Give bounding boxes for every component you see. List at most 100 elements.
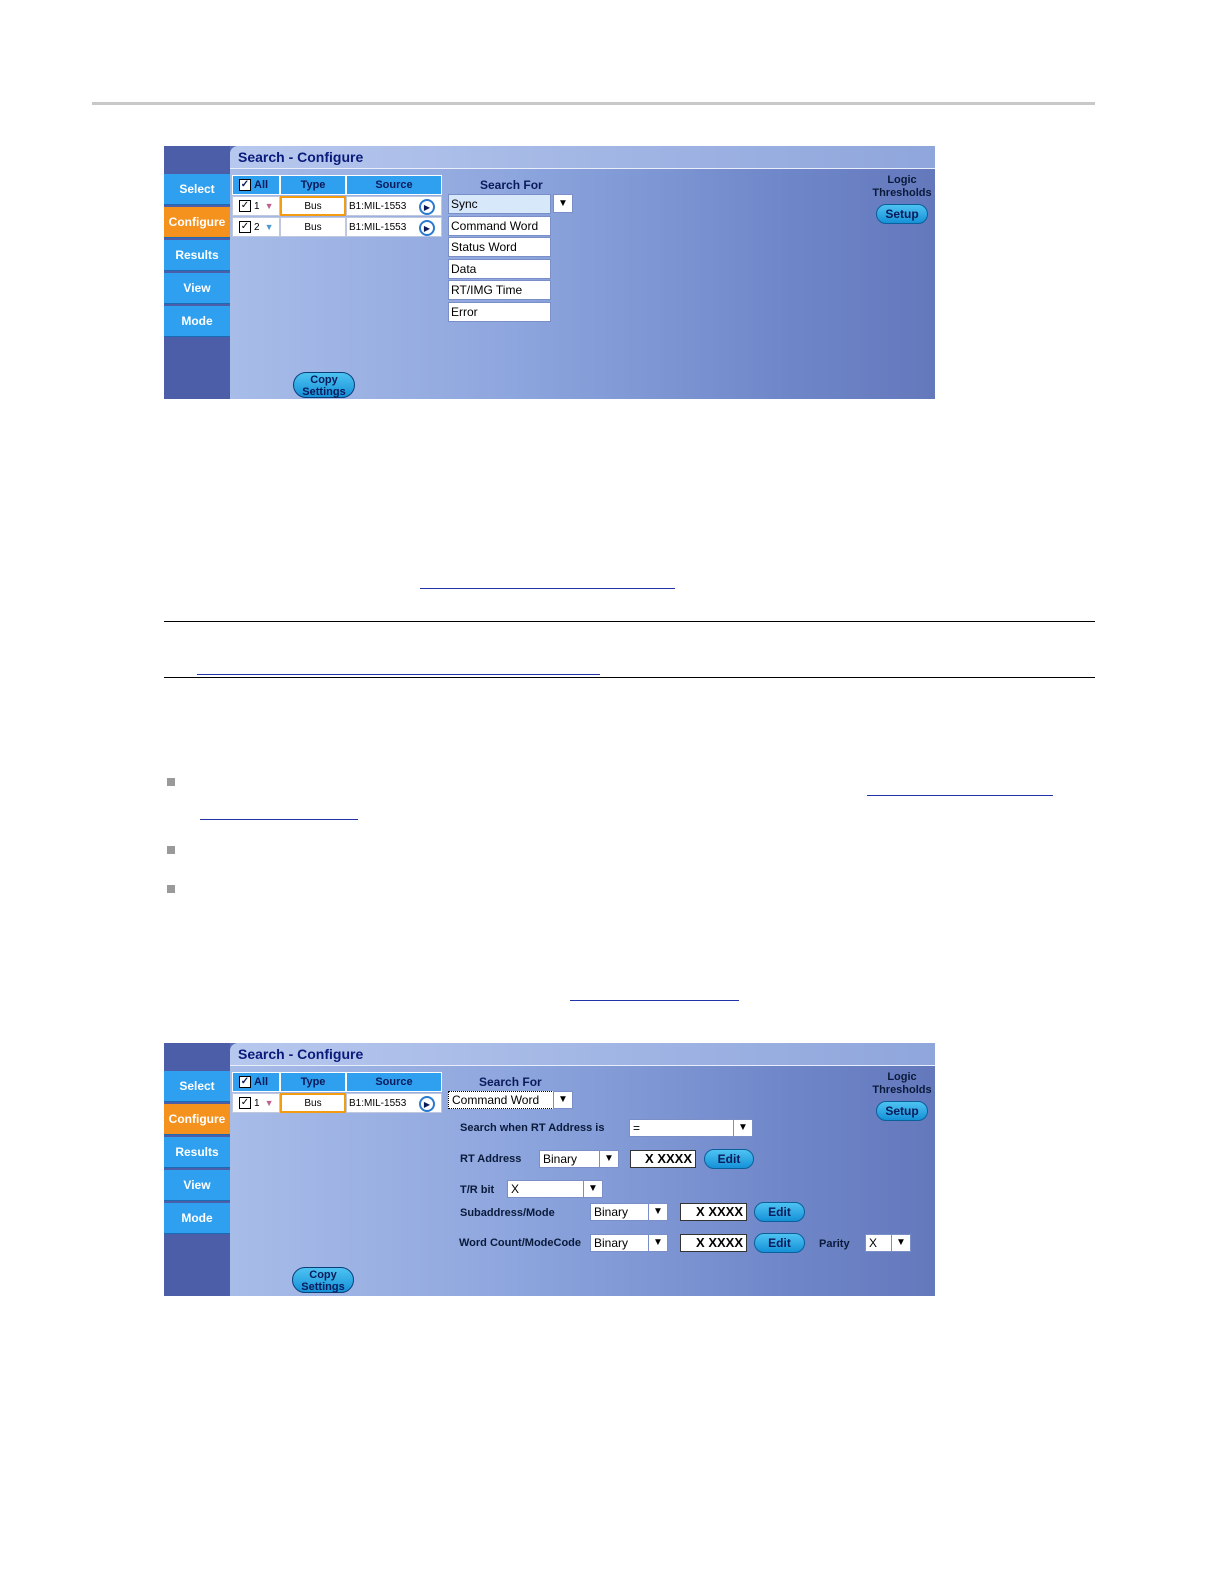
dropdown-arrow-icon[interactable]: ▼: [648, 1204, 667, 1220]
search-for-value: Command Word: [452, 1093, 540, 1107]
rt-address-format-value: Binary: [543, 1152, 578, 1166]
side-button-view[interactable]: View: [164, 273, 230, 304]
tr-bit-label: T/R bit: [460, 1184, 495, 1196]
setup-button[interactable]: Setup: [876, 1101, 928, 1121]
word-count-value[interactable]: X XXXX: [680, 1234, 747, 1252]
rt-condition-label: Search when RT Address is: [460, 1122, 605, 1134]
word-count-edit-button[interactable]: Edit: [754, 1233, 805, 1253]
bullet-icon: [167, 846, 175, 854]
dropdown-arrow-icon[interactable]: ▼: [553, 1091, 573, 1109]
link-underline[interactable]: [420, 588, 675, 589]
side-button-configure[interactable]: Configure: [164, 1104, 230, 1135]
all-label: All: [254, 1076, 269, 1088]
subaddress-label: Subaddress/Mode: [460, 1207, 555, 1219]
link-underline[interactable]: [197, 674, 600, 675]
dropdown-arrow-icon[interactable]: ▼: [553, 194, 573, 213]
setup-button[interactable]: Setup: [876, 204, 928, 224]
note-rule-bottom: [164, 677, 1095, 678]
checkbox-all[interactable]: ✓: [239, 1076, 251, 1088]
subaddress-format-select[interactable]: Binary ▼: [590, 1203, 668, 1221]
search-option-data[interactable]: Data: [448, 259, 551, 279]
dropdown-arrow-icon[interactable]: ▼: [583, 1181, 602, 1197]
type-cell[interactable]: Bus: [280, 196, 346, 216]
panel-title: Search - Configure: [238, 1046, 364, 1062]
word-count-format-select[interactable]: Binary ▼: [590, 1234, 668, 1252]
search-option-rt-img-time[interactable]: RT/IMG Time: [448, 280, 551, 300]
search-option-status-word[interactable]: Status Word: [448, 237, 551, 257]
logic-label: Logic: [887, 174, 917, 186]
settings-label: Settings: [301, 1281, 345, 1293]
side-button-view[interactable]: View: [164, 1170, 230, 1201]
link-underline[interactable]: [200, 819, 358, 820]
search-for-label: Search For: [479, 1075, 542, 1089]
search-option-command-word[interactable]: Command Word: [448, 216, 551, 236]
type-header: Type: [280, 1072, 346, 1092]
all-header[interactable]: ✓ All: [232, 175, 280, 195]
rt-address-value[interactable]: X XXXX: [630, 1150, 696, 1168]
table-row[interactable]: ✓ 1 ▼: [232, 196, 280, 216]
side-button-results[interactable]: Results: [164, 240, 230, 271]
link-underline[interactable]: [867, 795, 1053, 796]
table-row[interactable]: ✓ 2 ▼: [232, 217, 280, 237]
side-button-mode[interactable]: Mode: [164, 306, 230, 337]
marker-down-icon: ▼: [264, 1098, 274, 1108]
rt-condition-select[interactable]: = ▼: [629, 1119, 753, 1137]
row-checkbox[interactable]: ✓: [239, 200, 251, 212]
marker-down-icon: ▼: [264, 201, 274, 211]
parity-label: Parity: [819, 1238, 850, 1250]
play-icon[interactable]: ▶: [419, 199, 435, 215]
search-option-sync[interactable]: Sync: [448, 194, 551, 214]
dropdown-arrow-icon[interactable]: ▼: [648, 1235, 667, 1251]
copy-settings-button[interactable]: Copy Settings: [293, 372, 355, 398]
subaddress-edit-button[interactable]: Edit: [754, 1202, 805, 1222]
search-for-list[interactable]: Sync Command Word Status Word Data RT/IM…: [448, 194, 552, 324]
word-count-format-value: Binary: [594, 1236, 629, 1250]
thresholds-label: Thresholds: [872, 187, 932, 199]
all-header[interactable]: ✓ All: [232, 1072, 280, 1092]
side-button-select[interactable]: Select: [164, 1071, 230, 1102]
rt-condition-value: =: [633, 1121, 641, 1135]
search-configure-panel-command-word: Search - Configure Select Configure Resu…: [164, 1043, 935, 1296]
checkbox-all[interactable]: ✓: [239, 179, 251, 191]
play-icon[interactable]: ▶: [419, 1096, 435, 1112]
row-number: 2: [254, 221, 260, 233]
dropdown-arrow-icon[interactable]: ▼: [891, 1235, 910, 1251]
side-button-select[interactable]: Select: [164, 174, 230, 205]
type-cell[interactable]: Bus: [280, 217, 346, 237]
play-icon[interactable]: ▶: [419, 220, 435, 236]
settings-label: Settings: [302, 386, 346, 398]
rt-address-label: RT Address: [460, 1153, 522, 1165]
table-row[interactable]: ✓ 1 ▼: [232, 1093, 280, 1113]
word-count-label: Word Count/ModeCode: [459, 1237, 581, 1249]
note-rule-top: [164, 621, 1095, 622]
row-checkbox[interactable]: ✓: [239, 1097, 251, 1109]
copy-label: Copy: [309, 1269, 337, 1281]
logic-label: Logic: [887, 1071, 917, 1083]
source-header: Source: [346, 175, 442, 195]
dropdown-arrow-icon[interactable]: ▼: [599, 1151, 618, 1167]
bullet-icon: [167, 885, 175, 893]
row-checkbox[interactable]: ✓: [239, 221, 251, 233]
header-rule: [92, 102, 1095, 105]
subaddress-format-value: Binary: [594, 1205, 629, 1219]
tr-bit-select[interactable]: X ▼: [507, 1180, 603, 1198]
type-header: Type: [280, 175, 346, 195]
side-button-configure[interactable]: Configure: [164, 207, 230, 238]
parity-select[interactable]: X ▼: [865, 1234, 911, 1252]
thresholds-label: Thresholds: [872, 1084, 932, 1096]
search-option-error[interactable]: Error: [448, 302, 551, 322]
type-cell[interactable]: Bus: [280, 1093, 346, 1113]
copy-settings-button[interactable]: Copy Settings: [292, 1267, 354, 1293]
side-button-results[interactable]: Results: [164, 1137, 230, 1168]
tr-bit-value: X: [511, 1182, 520, 1196]
search-for-label: Search For: [480, 178, 543, 192]
dropdown-arrow-icon[interactable]: ▼: [733, 1120, 752, 1136]
marker-down-icon: ▼: [264, 222, 274, 232]
row-number: 1: [254, 1097, 260, 1109]
rt-address-format-select[interactable]: Binary ▼: [539, 1150, 619, 1168]
subaddress-value[interactable]: X XXXX: [680, 1203, 747, 1221]
rt-address-edit-button[interactable]: Edit: [704, 1149, 754, 1169]
side-button-mode[interactable]: Mode: [164, 1203, 230, 1234]
panel-title: Search - Configure: [238, 149, 364, 165]
link-underline[interactable]: [570, 1000, 739, 1001]
